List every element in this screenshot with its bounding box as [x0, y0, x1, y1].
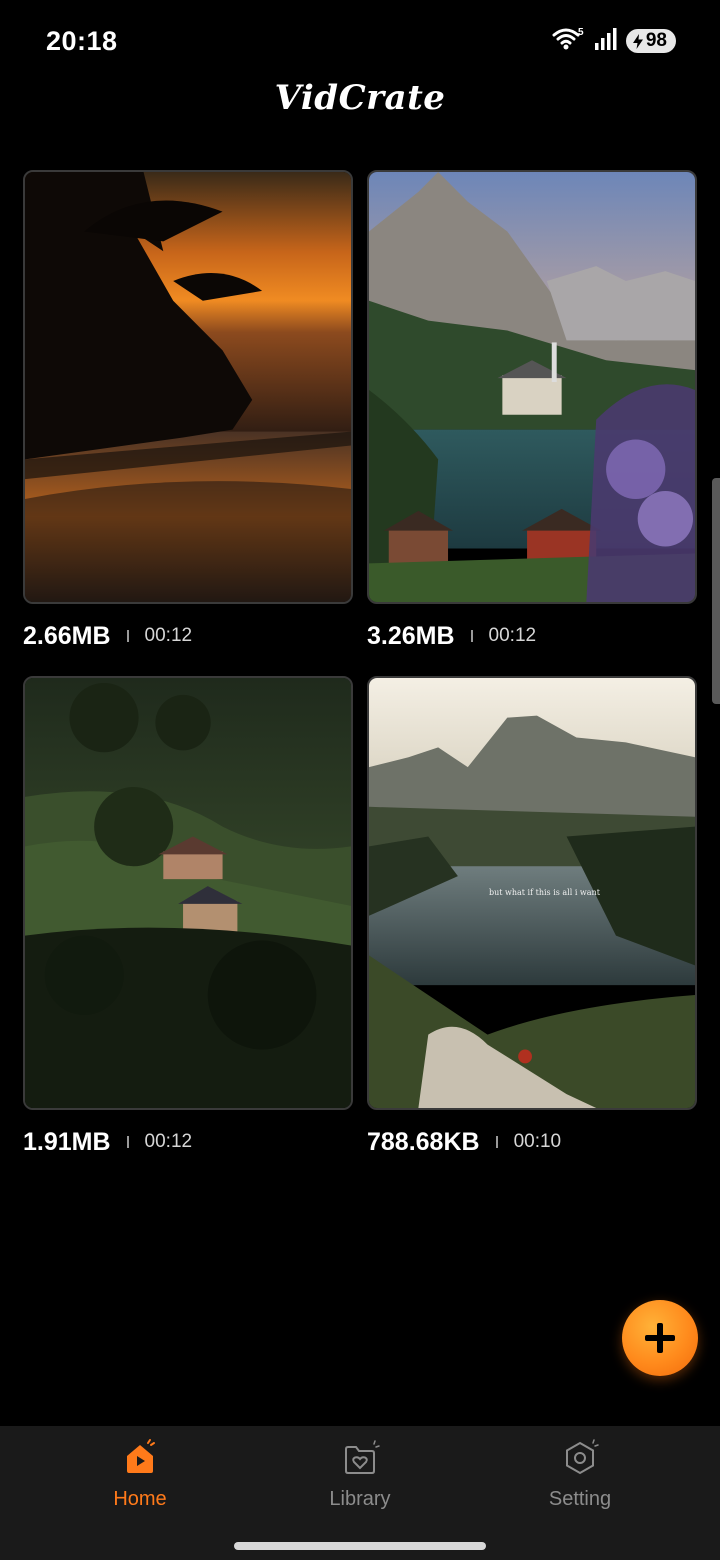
- video-meta: 3.26MB 00:12: [367, 618, 697, 654]
- sunset-beach-image: [25, 172, 351, 602]
- battery-indicator: 98: [625, 29, 676, 53]
- status-icons: 5 98: [552, 27, 676, 55]
- signal-icon: [594, 27, 618, 56]
- video-overlay-caption: but what if this is all i want: [489, 888, 600, 897]
- video-card[interactable]: 1.91MB 00:12: [23, 676, 353, 1160]
- video-size: 1.91MB: [23, 1127, 111, 1156]
- meta-divider: [470, 630, 473, 642]
- plus-icon: [645, 1323, 675, 1353]
- video-card[interactable]: 3.26MB 00:12: [367, 170, 697, 654]
- video-thumbnail[interactable]: but what if this is all i want: [367, 676, 697, 1110]
- meta-divider: [126, 1136, 129, 1148]
- hexagon-gear-icon: [566, 1439, 599, 1475]
- svg-text:5: 5: [578, 27, 584, 38]
- video-size: 2.66MB: [23, 621, 111, 650]
- app-title: VidCrate: [274, 78, 446, 118]
- video-size: 3.26MB: [367, 621, 455, 650]
- hillside-houses-image: [25, 678, 351, 1108]
- status-time: 20:18: [46, 26, 118, 56]
- scrollbar[interactable]: [712, 478, 720, 704]
- folder-heart-icon: [345, 1440, 380, 1474]
- video-thumbnail[interactable]: [23, 676, 353, 1110]
- video-duration: 00:10: [513, 1131, 562, 1152]
- video-duration: 00:12: [488, 625, 537, 646]
- nav-label-library: Library: [329, 1488, 391, 1510]
- nav-item-home[interactable]: Home: [60, 1438, 220, 1511]
- add-video-button[interactable]: [622, 1300, 698, 1376]
- alpine-lake-image: [369, 172, 695, 602]
- video-duration: 00:12: [144, 625, 193, 646]
- video-meta: 1.91MB 00:12: [23, 1124, 353, 1160]
- status-bar: 20:18 5 98: [0, 0, 720, 82]
- video-thumbnail[interactable]: [367, 170, 697, 604]
- meta-divider: [495, 1136, 498, 1148]
- home-play-icon: [127, 1439, 155, 1473]
- charging-bolt-icon: [632, 33, 643, 49]
- video-thumbnail[interactable]: [23, 170, 353, 604]
- video-meta: 2.66MB 00:12: [23, 618, 353, 654]
- wifi-icon: 5: [552, 26, 586, 57]
- video-card[interactable]: but what if this is all i want 788.68KB …: [367, 676, 697, 1160]
- nav-item-setting[interactable]: Setting: [500, 1438, 660, 1511]
- video-card[interactable]: 2.66MB 00:12: [23, 170, 353, 654]
- system-home-indicator[interactable]: [234, 1542, 486, 1550]
- video-duration: 00:12: [144, 1131, 193, 1152]
- nav-item-library[interactable]: Library: [280, 1438, 440, 1511]
- nav-label-setting: Setting: [548, 1488, 612, 1510]
- bottom-nav: Home Library Setting: [0, 1426, 720, 1560]
- video-meta: 788.68KB 00:10: [367, 1124, 697, 1160]
- battery-level: 98: [645, 30, 667, 51]
- video-size: 788.68KB: [367, 1127, 480, 1156]
- nav-label-home: Home: [113, 1488, 167, 1510]
- meta-divider: [126, 630, 129, 642]
